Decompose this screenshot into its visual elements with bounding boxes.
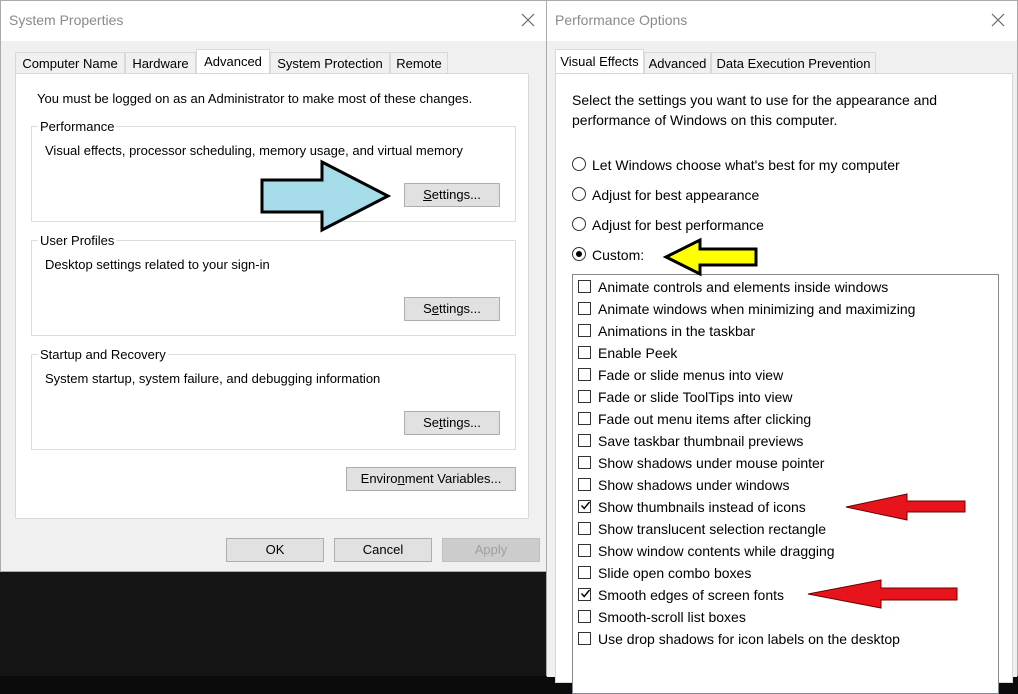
tab-computer-name[interactable]: Computer Name <box>15 52 125 73</box>
title-bar[interactable]: Performance Options <box>547 1 1017 41</box>
effect-label: Animate controls and elements inside win… <box>598 279 889 295</box>
tab-advanced[interactable]: Advanced <box>196 49 270 73</box>
checkbox[interactable] <box>578 280 591 293</box>
checkbox[interactable] <box>578 632 591 645</box>
checkbox[interactable] <box>578 566 591 579</box>
window-title: Performance Options <box>555 12 688 28</box>
close-icon[interactable] <box>517 9 539 31</box>
group-label: User Profiles <box>38 233 117 248</box>
effect-label: Smooth-scroll list boxes <box>598 609 746 625</box>
environment-variables-button[interactable]: Environment Variables... <box>346 467 516 491</box>
checkbox[interactable] <box>578 346 591 359</box>
tab-visual-effects[interactable]: Visual Effects <box>555 49 644 73</box>
checkbox[interactable] <box>578 412 591 425</box>
ok-button[interactable]: OK <box>226 538 324 562</box>
radio-button[interactable] <box>572 187 586 201</box>
admin-notice: You must be logged on as an Administrato… <box>37 91 473 106</box>
checkbox[interactable] <box>578 456 591 469</box>
effect-label: Use drop shadows for icon labels on the … <box>598 631 900 647</box>
dialog-client: Computer Name Hardware Advanced System P… <box>1 41 546 571</box>
checkbox[interactable] <box>578 302 591 315</box>
checkbox[interactable] <box>578 324 591 337</box>
window-title: System Properties <box>9 12 124 28</box>
group-description: Visual effects, processor scheduling, me… <box>45 143 463 158</box>
desktop-background <box>0 572 548 676</box>
effect-label: Save taskbar thumbnail previews <box>598 433 804 449</box>
checkmark-icon <box>580 589 591 598</box>
red-arrow-icon <box>845 493 966 521</box>
advanced-tab-panel: You must be logged on as an Administrato… <box>15 73 529 519</box>
checkbox-checked[interactable] <box>578 588 591 601</box>
checkbox[interactable] <box>578 478 591 491</box>
effect-label: Enable Peek <box>598 345 678 361</box>
radio-button-selected[interactable] <box>572 247 586 261</box>
radio-button[interactable] <box>572 217 586 231</box>
group-label: Performance <box>38 119 117 134</box>
effect-label: Show thumbnails instead of icons <box>598 499 806 515</box>
user-profiles-group: User Profiles Desktop settings related t… <box>31 233 516 336</box>
effect-label: Animations in the taskbar <box>598 323 756 339</box>
checkbox[interactable] <box>578 368 591 381</box>
group-description: Desktop settings related to your sign-in <box>45 257 270 272</box>
checkmark-icon <box>580 501 591 510</box>
effect-label: Animate windows when minimizing and maxi… <box>598 301 916 317</box>
tab-remote[interactable]: Remote <box>390 52 448 73</box>
startup-recovery-settings-button[interactable]: Settings... <box>404 411 500 435</box>
effect-label: Show window contents while dragging <box>598 543 835 559</box>
checkbox[interactable] <box>578 522 591 535</box>
effect-label: Show shadows under mouse pointer <box>598 455 825 471</box>
checkbox-checked[interactable] <box>578 500 591 513</box>
intro-text-line1: Select the settings you want to use for … <box>572 92 938 108</box>
red-arrow-icon <box>807 579 958 609</box>
effect-label: Show translucent selection rectangle <box>598 521 827 537</box>
visual-effects-list[interactable]: Animate controls and elements inside win… <box>572 274 999 694</box>
user-profiles-settings-button[interactable]: Settings... <box>404 297 500 321</box>
title-bar[interactable]: System Properties <box>1 1 546 41</box>
checkbox[interactable] <box>578 610 591 623</box>
effect-label: Fade or slide menus into view <box>598 367 784 383</box>
tab-data-execution-prevention[interactable]: Data Execution Prevention <box>711 52 876 73</box>
checkbox[interactable] <box>578 544 591 557</box>
tab-advanced[interactable]: Advanced <box>644 52 711 73</box>
performance-settings-button[interactable]: Settings... <box>404 183 500 207</box>
yellow-arrow-icon <box>662 237 758 277</box>
group-description: System startup, system failure, and debu… <box>45 371 381 386</box>
effect-label: Fade out menu items after clicking <box>598 411 812 427</box>
checkbox[interactable] <box>578 434 591 447</box>
effect-label: Fade or slide ToolTips into view <box>598 389 793 405</box>
radio-button[interactable] <box>572 157 586 171</box>
tab-hardware[interactable]: Hardware <box>125 52 196 73</box>
checkbox[interactable] <box>578 390 591 403</box>
startup-recovery-group: Startup and Recovery System startup, sys… <box>31 347 516 450</box>
group-label: Startup and Recovery <box>38 347 168 362</box>
system-properties-window: System Properties Computer Name Hardware… <box>0 0 547 572</box>
close-icon[interactable] <box>987 9 1009 31</box>
tab-system-protection[interactable]: System Protection <box>270 52 390 73</box>
intro-text-line2: performance of Windows on this computer. <box>572 112 838 128</box>
effect-label: Show shadows under windows <box>598 477 790 493</box>
cancel-button[interactable]: Cancel <box>334 538 432 562</box>
effect-label: Slide open combo boxes <box>598 565 752 581</box>
performance-options-window: Performance Options Visual Effects Advan… <box>546 0 1018 694</box>
effect-label: Smooth edges of screen fonts <box>598 587 784 603</box>
blue-arrow-icon <box>260 159 392 233</box>
apply-button[interactable]: Apply <box>442 538 540 562</box>
